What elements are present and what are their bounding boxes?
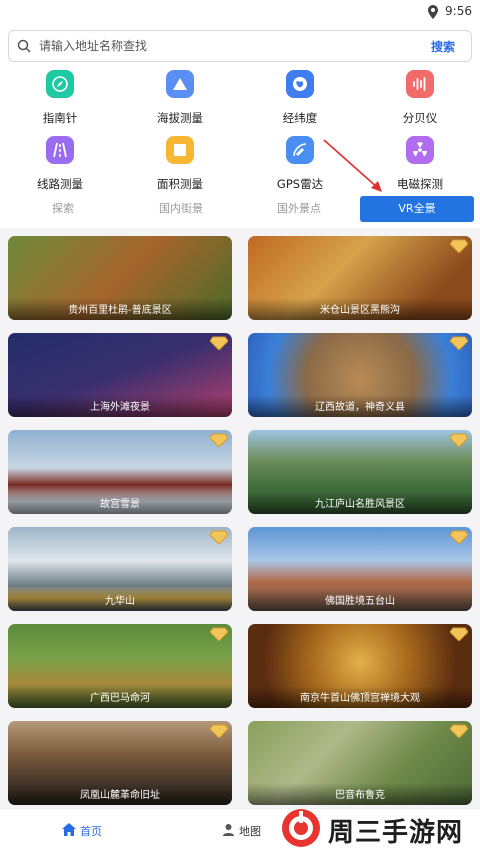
search-icon — [17, 38, 31, 57]
tool-compass[interactable]: 指南针 — [0, 70, 120, 132]
diamond-icon — [449, 335, 469, 354]
diamond-icon — [449, 238, 469, 257]
tool-decibel[interactable]: 分贝仪 — [360, 70, 480, 132]
status-time: 9:56 — [445, 4, 472, 18]
nav-home[interactable]: 首页 — [62, 823, 102, 839]
card-title: 九江庐山名胜风景区 — [315, 499, 405, 510]
tool-label: 海拔测量 — [157, 111, 203, 125]
diamond-icon — [449, 432, 469, 451]
tab-foreign-sights[interactable]: 国外景点 — [242, 196, 356, 222]
globe-icon — [286, 70, 314, 98]
location-icon — [428, 4, 438, 23]
tool-label: 指南针 — [42, 111, 78, 125]
search-bar: 搜索 — [8, 30, 472, 62]
card-title: 贵州百里杜鹃-普底景区 — [68, 305, 172, 316]
card-title: 凤凰山麓革命旧址 — [80, 790, 160, 801]
tool-area[interactable]: 面积测量 — [120, 136, 240, 198]
nav-home-label: 首页 — [80, 825, 102, 838]
card-title: 广西巴马命河 — [90, 693, 150, 704]
tab-domestic-street[interactable]: 国内街景 — [124, 196, 238, 222]
tool-label: 线路测量 — [37, 177, 83, 191]
watermark-logo-icon — [280, 807, 322, 853]
card-title: 米仓山景区黑熊沟 — [320, 305, 400, 316]
mountain-icon — [166, 70, 194, 98]
card-title: 故宫雪景 — [100, 499, 140, 510]
card-title: 南京牛首山佛顶宫禅境大观 — [300, 693, 420, 704]
card-title: 九华山 — [105, 596, 135, 607]
watermark-text: 周三手游网 — [328, 817, 464, 848]
tool-altitude[interactable]: 海拔测量 — [120, 70, 240, 132]
person-icon — [222, 823, 235, 839]
vr-card[interactable]: 巴音布鲁克 — [248, 721, 472, 805]
nav-map-label: 地图 — [239, 825, 261, 838]
vr-card[interactable]: 辽西故道，神奇义县 — [248, 333, 472, 417]
tab-explore[interactable]: 探索 — [6, 196, 120, 222]
sound-wave-icon — [406, 70, 434, 98]
status-bar: 9:56 — [0, 0, 480, 24]
diamond-icon — [209, 432, 229, 451]
vr-card[interactable]: 上海外滩夜景 — [8, 333, 232, 417]
tool-latlng[interactable]: 经纬度 — [240, 70, 360, 132]
diamond-icon — [449, 626, 469, 645]
diamond-icon — [209, 335, 229, 354]
vr-card[interactable]: 佛国胜境五台山 — [248, 527, 472, 611]
vr-card[interactable]: 贵州百里杜鹃-普底景区 — [8, 236, 232, 320]
vr-card[interactable]: 凤凰山麓革命旧址 — [8, 721, 232, 805]
watermark: 周三手游网 — [280, 806, 480, 854]
radiation-icon — [406, 136, 434, 164]
annotation-arrow — [323, 139, 382, 192]
tool-label: 经纬度 — [282, 111, 318, 125]
vr-card[interactable]: 米仓山景区黑熊沟 — [248, 236, 472, 320]
diamond-icon — [209, 529, 229, 548]
diamond-icon — [209, 723, 229, 742]
tool-label: 面积测量 — [157, 177, 203, 191]
vr-card[interactable]: 南京牛首山佛顶宫禅境大观 — [248, 624, 472, 708]
card-title: 佛国胜境五台山 — [325, 596, 395, 607]
category-tabs: 探索 国内街景 国外景点 VR全景 — [0, 196, 480, 224]
card-title: 上海外滩夜景 — [90, 402, 150, 413]
card-title: 巴音布鲁克 — [335, 790, 385, 801]
diamond-icon — [209, 626, 229, 645]
tool-label: 分贝仪 — [402, 111, 438, 125]
vr-card[interactable]: 九江庐山名胜风景区 — [248, 430, 472, 514]
search-input[interactable] — [39, 36, 419, 56]
search-button[interactable]: 搜索 — [431, 38, 455, 55]
area-icon — [166, 136, 194, 164]
road-icon — [46, 136, 74, 164]
compass-icon — [46, 70, 74, 98]
diamond-icon — [449, 529, 469, 548]
vr-card[interactable]: 九华山 — [8, 527, 232, 611]
diamond-icon — [449, 723, 469, 742]
nav-map[interactable]: 地图 — [222, 823, 261, 839]
home-icon — [62, 823, 76, 839]
vr-card[interactable]: 故宫雪景 — [8, 430, 232, 514]
tab-vr-panorama[interactable]: VR全景 — [360, 196, 474, 222]
satellite-icon — [286, 136, 314, 164]
tool-route[interactable]: 线路测量 — [0, 136, 120, 198]
vr-card[interactable]: 广西巴马命河 — [8, 624, 232, 708]
card-title: 辽西故道，神奇义县 — [315, 402, 405, 413]
